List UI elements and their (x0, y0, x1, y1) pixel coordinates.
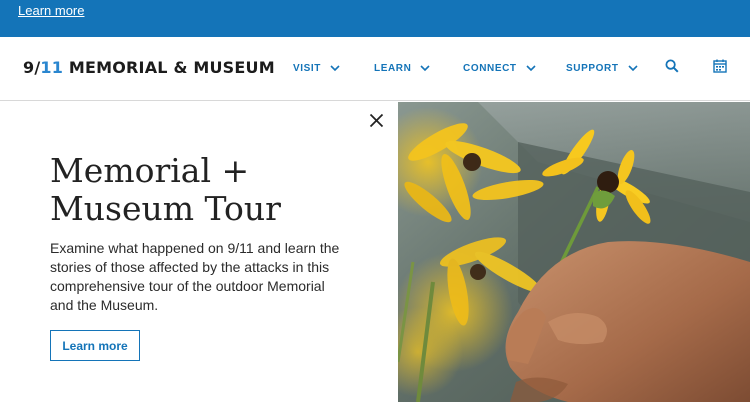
nav-item-label: VISIT (293, 62, 322, 74)
nav-item-learn[interactable]: LEARN (374, 59, 431, 77)
chevron-down-icon (420, 64, 431, 71)
hand-holding-flower-photo (398, 102, 750, 402)
promo-description: Examine what happened on 9/11 and learn … (50, 240, 340, 313)
nav-item-label: LEARN (374, 62, 412, 74)
logo-number: 9 (23, 58, 35, 77)
announcement-learn-more-link[interactable]: Learn more (18, 3, 84, 18)
logo-bars: 11 (40, 58, 64, 77)
promo-title: Memorial + Museum Tour (50, 152, 380, 228)
announcement-bar: Learn more (0, 0, 750, 37)
promo-title-line-2: Museum Tour (50, 189, 281, 228)
main-navigation: 9/11 MEMORIAL & MUSEUM VISIT LEARN CONNE… (0, 37, 750, 101)
chevron-down-icon (526, 64, 536, 71)
search-icon[interactable] (665, 59, 679, 73)
nav-item-label: CONNECT (463, 62, 517, 74)
chevron-down-icon (627, 64, 638, 71)
calendar-icon[interactable] (713, 59, 727, 73)
nav-item-connect[interactable]: CONNECT (463, 59, 536, 77)
tour-promo-panel: Memorial + Museum Tour Examine what happ… (0, 102, 750, 402)
nav-item-support[interactable]: SUPPORT (566, 59, 638, 77)
close-icon[interactable] (369, 113, 384, 128)
promo-title-line-1: Memorial + (50, 151, 250, 190)
site-logo[interactable]: 9/11 MEMORIAL & MUSEUM (23, 58, 275, 77)
nav-item-label: SUPPORT (566, 62, 619, 74)
chevron-down-icon (330, 64, 340, 71)
promo-text-panel: Memorial + Museum Tour Examine what happ… (0, 102, 398, 402)
nav-item-visit[interactable]: VISIT (293, 59, 340, 77)
learn-more-button[interactable]: Learn more (50, 330, 140, 361)
logo-name: MEMORIAL & MUSEUM (68, 58, 275, 77)
